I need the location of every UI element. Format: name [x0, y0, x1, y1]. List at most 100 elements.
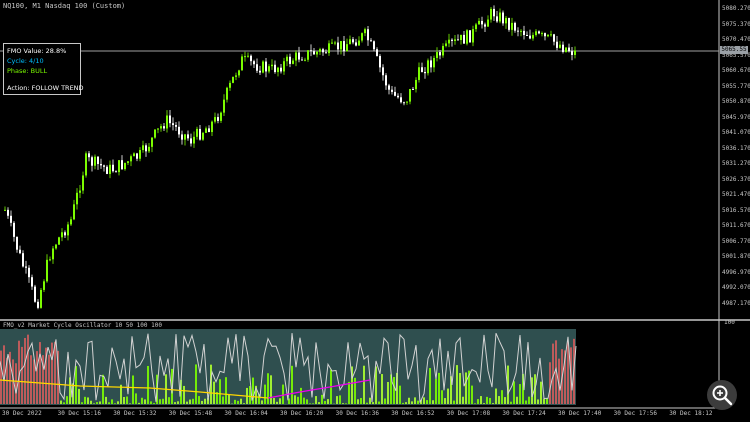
indicator-histogram-bar	[354, 377, 356, 404]
candle-body	[520, 30, 522, 32]
indicator-histogram-bar	[369, 397, 371, 404]
indicator-histogram-bar	[108, 402, 110, 404]
candle-body	[499, 12, 501, 22]
candle-body	[367, 29, 369, 41]
candle-body	[355, 42, 357, 46]
candle-body	[46, 259, 48, 282]
candle-body	[436, 52, 438, 58]
candle-body	[202, 132, 204, 140]
candle-body	[451, 39, 453, 41]
cycle-label: Cycle: 4/10	[7, 57, 44, 65]
candle-body	[331, 42, 333, 44]
indicator-histogram-bar	[24, 337, 26, 404]
chart-title: NQ100, M1 Nasdaq 100 (Custom)	[3, 2, 126, 10]
indicator-histogram-bar	[54, 341, 56, 404]
candle-body	[133, 153, 135, 157]
price-tick-label: 5001.870	[722, 253, 750, 260]
indicator-histogram-bar	[471, 385, 473, 404]
indicator-histogram-bar	[462, 396, 464, 404]
candle-body	[88, 153, 90, 158]
indicator-histogram-bar	[381, 374, 383, 404]
indicator-histogram-bar	[441, 390, 443, 404]
indicator-histogram-bar	[336, 396, 338, 404]
candle-body	[370, 40, 372, 42]
indicator-histogram-bar	[303, 397, 305, 404]
candle-body	[91, 157, 93, 166]
indicator-histogram-bar	[324, 400, 326, 404]
indicator-histogram-bar	[186, 401, 188, 404]
indicator-histogram-bar	[495, 388, 497, 404]
indicator-histogram-bar	[267, 373, 269, 404]
candle-body	[115, 171, 117, 173]
candle-body	[556, 41, 558, 48]
indicator-histogram-bar	[477, 399, 479, 404]
candle-body	[124, 162, 126, 170]
candle-body	[493, 8, 495, 17]
candle-body	[445, 43, 447, 46]
candle-body	[223, 99, 225, 113]
candle-body	[166, 115, 168, 129]
indicator-histogram-bar	[327, 399, 329, 404]
time-axis[interactable]: 30 Dec 2022 30 Dec 15:16 30 Dec 15:32 30 De…	[0, 408, 720, 422]
indicator-histogram-bar	[237, 400, 239, 404]
candle-body	[457, 39, 459, 41]
candle-body	[496, 16, 498, 22]
candle-body	[214, 117, 216, 122]
candle-body	[439, 52, 441, 56]
indicator-histogram-bar	[228, 394, 230, 404]
candle-body	[25, 266, 27, 268]
candle-body	[424, 71, 426, 74]
indicator-histogram-bar	[276, 401, 278, 404]
indicator-histogram-bar	[132, 375, 134, 404]
candle-body	[325, 52, 327, 54]
indicator-histogram-bar	[465, 372, 467, 404]
candle-body	[346, 44, 348, 52]
indicator-histogram-bar	[297, 396, 299, 404]
candle-body	[526, 35, 528, 37]
indicator-histogram-bar	[141, 397, 143, 404]
indicator-axis-label: 100	[724, 319, 735, 326]
candle-body	[310, 50, 312, 52]
candle-body	[106, 166, 108, 174]
indicator-histogram-bar	[15, 363, 17, 404]
candle-body	[172, 123, 174, 126]
candle-body	[286, 56, 288, 62]
candle-body	[37, 301, 39, 308]
price-tick-label: 5006.770	[722, 237, 750, 245]
candle-body	[157, 128, 159, 130]
time-tick-label: 30 Dec 18:12	[669, 410, 713, 417]
magnifier-plus-icon	[712, 385, 733, 406]
indicator-histogram-bar	[219, 379, 221, 404]
candle-body	[427, 60, 429, 74]
time-tick-label: 30 Dec 17:40	[558, 410, 602, 417]
indicator-histogram-bar	[309, 403, 311, 404]
candle-body	[490, 8, 492, 20]
candle-body	[574, 50, 576, 55]
current-price-tag: 5065.55	[720, 46, 748, 54]
candle-body	[295, 52, 297, 61]
candle-body	[259, 70, 261, 73]
indicator-histogram-bar	[483, 403, 485, 404]
candle-body	[487, 19, 489, 27]
indicator-histogram-bar	[360, 398, 362, 404]
indicator-histogram-bar	[432, 400, 434, 404]
candle-body	[112, 164, 114, 172]
indicator-histogram-bar	[315, 396, 317, 404]
indicator-histogram-bar	[117, 401, 119, 404]
indicator-histogram-bar	[48, 354, 50, 404]
candle-body	[349, 39, 351, 45]
candle-body	[121, 160, 123, 170]
candle-body	[430, 60, 432, 68]
indicator-histogram-bar	[306, 399, 308, 404]
chart-canvas[interactable]	[0, 0, 750, 422]
time-tick-label: 30 Dec 16:04	[224, 410, 268, 417]
indicator-histogram-bar	[408, 397, 410, 404]
action-label: Action: FOLLOW TREND	[7, 84, 84, 92]
candle-body	[136, 153, 138, 159]
zoom-button[interactable]	[707, 380, 737, 410]
candle-body	[76, 192, 78, 205]
candle-body	[340, 41, 342, 50]
candle-body	[415, 79, 417, 90]
candle-body	[343, 41, 345, 52]
candle-body	[559, 44, 561, 48]
